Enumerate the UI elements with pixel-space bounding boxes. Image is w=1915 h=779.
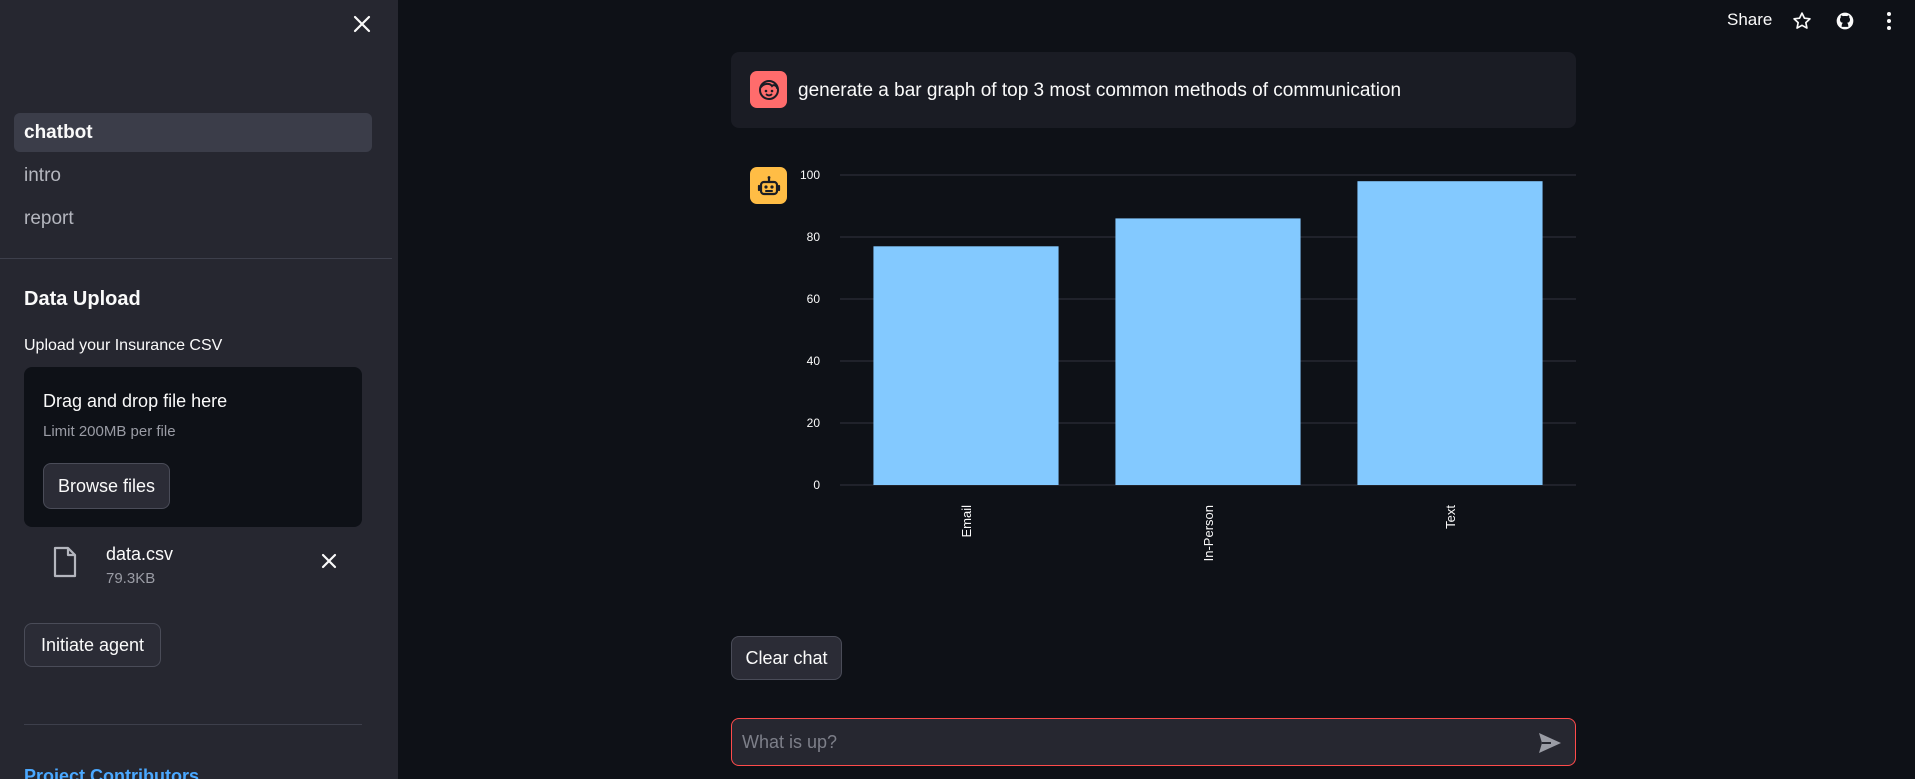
user-message: generate a bar graph of top 3 most commo… [731,52,1576,128]
file-dropzone[interactable]: Drag and drop file here Limit 200MB per … [24,367,362,527]
file-size: 79.3KB [106,570,156,587]
file-name: data.csv [106,544,174,564]
github-icon[interactable] [1834,10,1856,32]
sidebar-item-intro[interactable]: intro [14,156,372,195]
y-tick-label: 80 [807,230,821,244]
chat-input[interactable] [742,719,1522,765]
bar [1357,181,1543,485]
bar-chart: 0 20 40 60 80 100 Email In-Person Text [800,168,1576,561]
sidebar: chatbot intro report Data Upload Upload … [0,0,398,779]
y-tick-label: 40 [807,354,821,368]
assistant-avatar [750,167,787,204]
y-tick-label: 100 [800,168,820,182]
sidebar-item-chatbot[interactable]: chatbot [14,113,372,152]
y-tick-label: 0 [813,478,820,492]
data-upload-heading: Data Upload [24,288,141,310]
file-icon [52,546,78,583]
x-tick-label: Email [959,505,974,538]
project-contributors-link[interactable]: Project Contributors [24,766,199,779]
remove-file-icon[interactable] [320,552,338,575]
clear-chat-button[interactable]: Clear chat [731,636,842,680]
x-tick-label: In-Person [1201,505,1216,561]
close-sidebar-icon[interactable] [350,12,374,36]
user-message-text: generate a bar graph of top 3 most commo… [798,80,1402,101]
sidebar-divider [0,258,392,259]
chat-input-box [731,718,1576,766]
user-avatar [750,71,787,108]
sidebar-nav: chatbot intro report [14,113,372,242]
dropzone-limit: Limit 200MB per file [43,423,176,440]
y-tick-label: 20 [807,416,821,430]
more-menu-icon[interactable] [1878,10,1900,32]
dropzone-title: Drag and drop file here [43,391,228,411]
bar [1115,218,1301,485]
browse-files-button[interactable]: Browse files [43,463,170,509]
bar [873,246,1059,485]
uploaded-file: data.csv 79.3KB [24,540,362,592]
initiate-agent-button[interactable]: Initiate agent [24,623,161,667]
send-icon[interactable] [1537,731,1563,755]
sidebar-divider [24,724,362,725]
share-button[interactable]: Share [1727,10,1772,30]
star-icon[interactable] [1791,10,1813,32]
x-tick-label: Text [1443,505,1458,529]
upload-label: Upload your Insurance CSV [24,337,223,354]
sidebar-item-report[interactable]: report [14,199,372,238]
y-tick-label: 60 [807,292,821,306]
